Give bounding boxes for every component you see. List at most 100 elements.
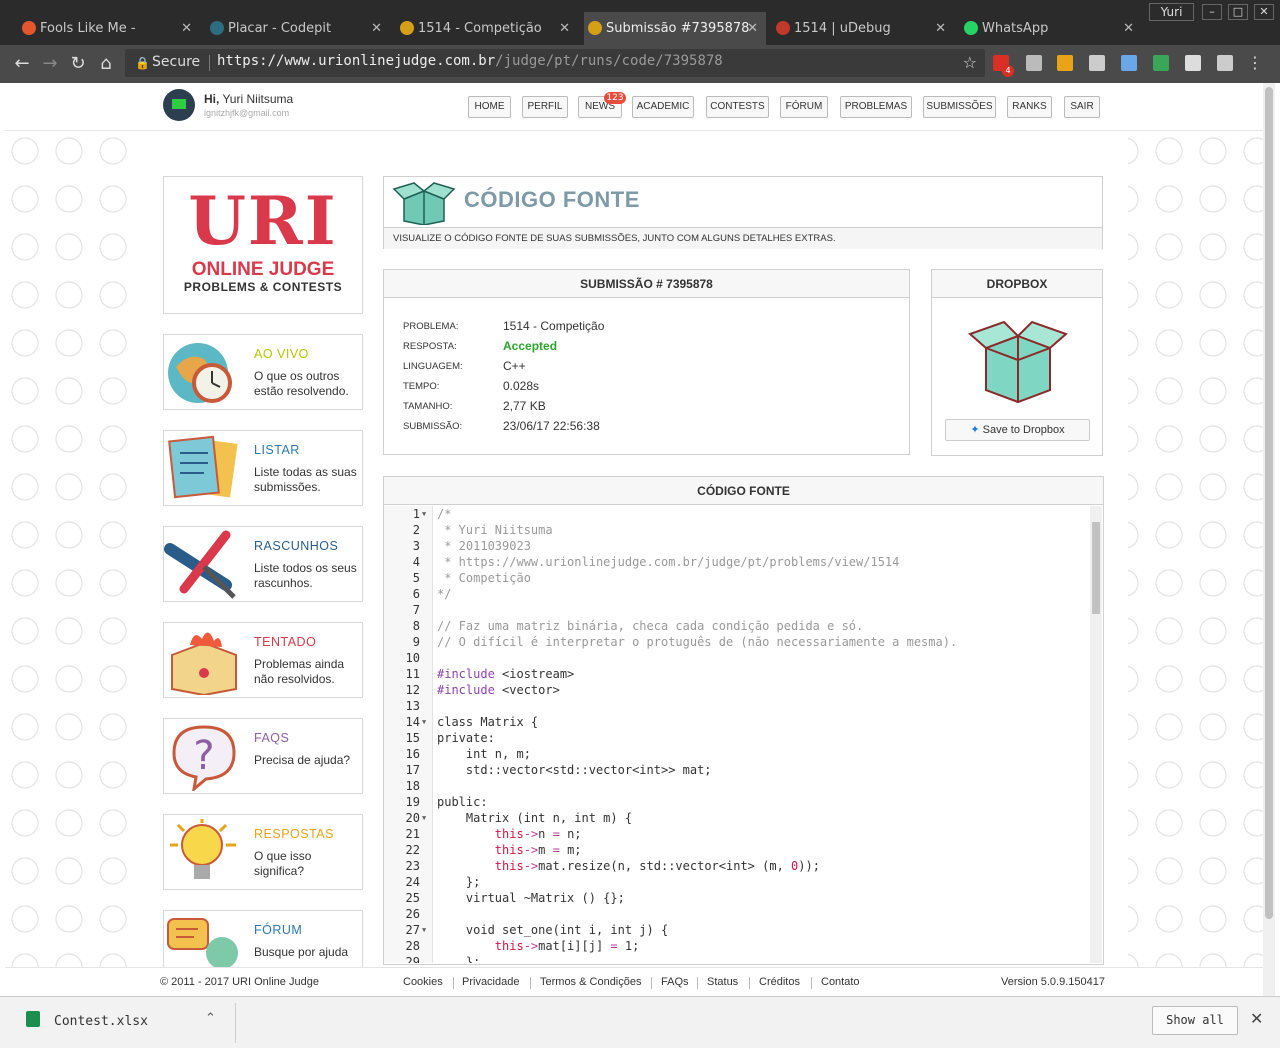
camera-ext-icon[interactable] [1089,55,1105,71]
chevron-up-icon[interactable]: ⌃ [205,1011,216,1026]
sidebar-item-listar[interactable]: LISTAR Liste todas as suas submissões. [163,430,363,506]
menu-problemas[interactable]: PROBLEMAS [840,96,912,118]
line-number: 3 [412,539,420,553]
footer-link-privacidade[interactable]: Privacidade [462,976,519,988]
footer-link-cookies[interactable]: Cookies [403,976,443,988]
footer-link-creditos[interactable]: Créditos [759,976,800,988]
download-filename[interactable]: Contest.xlsx [54,1014,148,1029]
avatar[interactable] [163,89,195,121]
line-number: 28 [405,939,420,953]
reload-icon[interactable]: ↻ [67,53,89,75]
close-window-icon[interactable]: ✕ [1254,4,1274,20]
footer-link-contato[interactable]: Contato [821,976,860,988]
forward-icon[interactable]: → [39,53,61,75]
sidebar-item-tentado[interactable]: TENTADO Problemas ainda não resolvidos. [163,622,363,698]
line-number: 25 [405,891,420,905]
tab-5[interactable]: 1514 | uDebug ✕ [772,12,954,45]
url-host: https://www.urionlinejudge.com.br [217,53,496,69]
tv-ext-icon[interactable] [1153,55,1169,71]
page-scroll-thumb[interactable] [1265,87,1273,919]
logo-uri: URI [188,182,338,260]
tab-close-icon[interactable]: ✕ [747,12,758,45]
trophy-icon [400,21,414,35]
line-number: 26 [405,907,420,921]
pens-icon [164,530,236,599]
sidebar-item-respostas[interactable]: RESPOSTAS O que isso significa? [163,814,363,890]
tab-2[interactable]: Placar - Codepit ✕ [206,12,390,45]
footer-link-faqs[interactable]: FAQs [661,976,689,988]
user-name: Yuri Niitsuma [222,92,294,106]
footer-link-status[interactable]: Status [707,976,738,988]
maximize-icon[interactable]: □ [1228,4,1248,20]
fold-toggle-icon[interactable]: ▼ [422,714,426,730]
menu-ranks[interactable]: RANKS [1007,96,1052,118]
code-line: public: [437,795,488,809]
tab-3[interactable]: 1514 - Competição ✕ [396,12,578,45]
tab-close-icon[interactable]: ✕ [935,12,946,45]
clipboard-ext-icon[interactable] [1217,55,1233,71]
back-icon[interactable]: ← [11,53,33,75]
code-line: class Matrix { [437,715,539,729]
download-divider [235,1003,236,1043]
menu-academic[interactable]: ACADEMIC [632,96,694,118]
code-title: CÓDIGO FONTE [384,477,1103,505]
line-number: 23 [405,859,420,873]
fold-toggle-icon[interactable]: ▼ [422,506,426,522]
sidebar-item-ao-vivo[interactable]: AO VIVO O que os outros estão resolvendo… [163,334,363,410]
sidebar-title: LISTAR [254,443,300,457]
profile-button[interactable]: Yuri [1149,3,1194,21]
question-bubble-icon: ? [172,725,236,791]
line-gutter: 1 ▼ 2 3 4 5 6 7 8 9 10 11 12 13 14 ▼ 15 16 17 18 19 20 ▼ 21 22 23… [384,506,433,963]
value-resposta: Accepted [503,339,558,353]
footer-sep [530,977,531,989]
minimize-icon[interactable]: – [1202,4,1222,20]
tab-close-icon[interactable]: ✕ [181,12,192,45]
menu-kebab-icon[interactable]: ⋮ [1247,55,1263,71]
menu-home[interactable]: HOME [468,96,511,118]
code-scroll-thumb[interactable] [1092,522,1100,614]
bookmark-star-icon[interactable]: ☆ [963,53,977,72]
code-line: // O difícil é interpretar o protuguês d… [437,635,958,649]
line-number: 13 [405,699,420,713]
line-number: 7 [412,603,420,617]
footer-link-termos[interactable]: Termos & Condições [540,976,642,988]
line-number: 21 [405,827,420,841]
address-bar[interactable]: 🔒 Secure https://www.urionlinejudge.com.… [125,49,985,77]
sidebar-item-forum[interactable]: FÓRUM Busque por ajuda [163,910,363,970]
url-text[interactable]: https://www.urionlinejudge.com.br/judge/… [217,53,723,69]
sidebar-desc: Liste todos os seus rascunhos. [254,561,357,590]
jb-ext-icon[interactable] [1185,55,1201,71]
tab-close-icon[interactable]: ✕ [1123,12,1134,45]
submission-panel: SUBMISSÃO # 7395878 PROBLEMA: 1514 - Com… [383,269,910,455]
sidebar-item-rascunhos[interactable]: RASCUNHOS Liste todos os seus rascunhos. [163,526,363,602]
tab-1[interactable]: Fools Like Me - ✕ [18,12,200,45]
tab-4[interactable]: Submissão #7395878 ✕ [584,12,766,45]
tab-close-icon[interactable]: ✕ [559,12,570,45]
menu-forum[interactable]: FÓRUM [780,96,828,118]
tab-6[interactable]: WhatsApp ✕ [960,12,1142,45]
save-to-dropbox-button[interactable]: ✦ Save to Dropbox [945,419,1090,441]
menu-perfil[interactable]: PERFIL [522,96,568,118]
uri-logo[interactable]: URI ONLINE JUDGE PROBLEMS & CONTESTS [163,176,363,314]
menu-contests[interactable]: CONTESTS [706,96,769,118]
close-icon[interactable]: ✕ [1250,1009,1263,1028]
sidebar-item-faqs[interactable]: ? FAQS Precisa de ajuda? [163,718,363,794]
fold-toggle-icon[interactable]: ▼ [422,810,426,826]
show-all-button[interactable]: Show all [1152,1006,1238,1035]
tab-close-icon[interactable]: ✕ [371,12,382,45]
keep-ext-icon[interactable] [1057,55,1073,71]
value-problema[interactable]: 1514 - Competição [503,319,604,333]
fold-toggle-icon[interactable]: ▼ [422,922,426,938]
label-linguagem: LINGUAGEM: [403,361,463,372]
label-problema: PROBLEMA: [403,321,459,332]
code-editor[interactable]: 1 ▼ 2 3 4 5 6 7 8 9 10 11 12 13 14 ▼ 15 16 17 18 19 20 ▼ 21 22 23… [384,506,1102,963]
menu-submissoes[interactable]: SUBMISSÕES [923,96,996,118]
translate-ext-icon[interactable] [1121,55,1137,71]
sidebar-title: RESPOSTAS [254,827,334,841]
lightbulb-ext-icon[interactable] [1026,55,1042,71]
menu-sair[interactable]: SAIR [1064,96,1100,118]
home-icon[interactable]: ⌂ [95,53,117,75]
page-scrollbar[interactable] [1263,83,1275,996]
secure-label: Secure [152,54,201,70]
code-scrollbar[interactable] [1090,506,1102,963]
